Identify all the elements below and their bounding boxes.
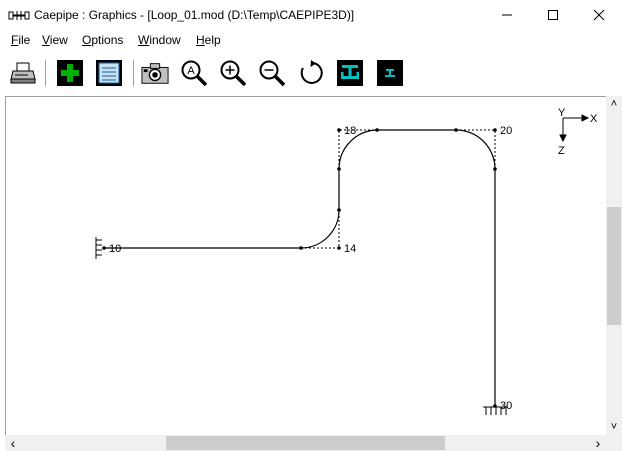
scroll-up-button[interactable]: ˄ [606,96,622,112]
support-small-button[interactable] [376,59,404,87]
maximize-icon [548,10,558,20]
print-icon [10,62,36,84]
menu-help[interactable]: Help [196,33,221,47]
zoom-out-icon [259,60,286,87]
zoom-out-button[interactable] [258,59,286,87]
support-small-icon [377,60,403,86]
scroll-left-icon: ‹ [10,435,16,451]
node-label-20: 20 [500,125,512,137]
node-label-18: 18 [344,125,356,137]
node-label-30: 30 [500,400,512,412]
minimize-icon [502,14,512,16]
piping-drawing: 10 14 18 20 30 Y X Z [95,107,598,415]
node-label-10: 10 [109,243,121,255]
maximize-button[interactable] [530,0,576,30]
scroll-down-icon: ˅ [610,421,618,433]
zoom-in-button[interactable] [219,59,247,87]
scroll-right-button[interactable]: › [590,435,606,451]
toolbar: A [0,52,622,94]
pipe-route [104,129,496,406]
zoom-auto-icon: A [181,60,208,87]
print-button[interactable] [9,59,37,87]
menu-file[interactable]: File [11,33,30,47]
scroll-right-icon: › [595,435,601,451]
horizontal-scroll-thumb[interactable] [166,436,445,450]
close-icon [593,9,605,21]
title-bar[interactable]: Caepipe : Graphics - [Loop_01.mod (D:\Te… [0,0,622,30]
window-title: Caepipe : Graphics - [Loop_01.mod (D:\Te… [34,8,355,22]
close-button[interactable] [576,0,622,30]
scrollbar-corner [606,435,622,451]
menu-bar: File View Options Window Help [0,30,622,50]
scroll-down-button[interactable]: ˅ [606,419,622,435]
list-button[interactable] [95,59,123,87]
bend-construction-lines [301,129,496,249]
axis-label-y: Y [558,107,566,119]
vertical-scrollbar[interactable]: ˄ ˅ [606,96,622,435]
svg-text:A: A [187,65,195,77]
support-icon [337,60,363,86]
axis-label-x: X [590,113,598,125]
add-icon [57,60,83,86]
menu-options[interactable]: Options [82,33,123,47]
scroll-left-button[interactable]: ‹ [5,435,21,451]
minimize-button[interactable] [484,0,530,30]
zoom-in-icon [220,60,247,87]
rotate-button[interactable] [297,59,325,87]
menu-window[interactable]: Window [138,33,181,47]
node-label-14: 14 [344,243,356,255]
rotate-icon [300,60,323,84]
camera-icon [141,63,169,84]
app-icon [8,11,30,20]
scroll-up-icon: ˄ [610,98,618,110]
vertical-scroll-thumb[interactable] [607,207,621,325]
add-button[interactable] [56,59,84,87]
support-button[interactable] [336,59,364,87]
list-icon [96,60,122,86]
anchor-10-icon [95,237,102,259]
menu-view[interactable]: View [42,33,68,47]
axis-label-z: Z [558,145,565,157]
horizontal-scrollbar[interactable]: ‹ › [5,435,606,451]
graphics-canvas[interactable]: 10 14 18 20 30 Y X Z [5,96,607,436]
camera-button[interactable] [141,59,169,87]
zoom-auto-button[interactable]: A [180,59,208,87]
node-points [102,128,497,408]
